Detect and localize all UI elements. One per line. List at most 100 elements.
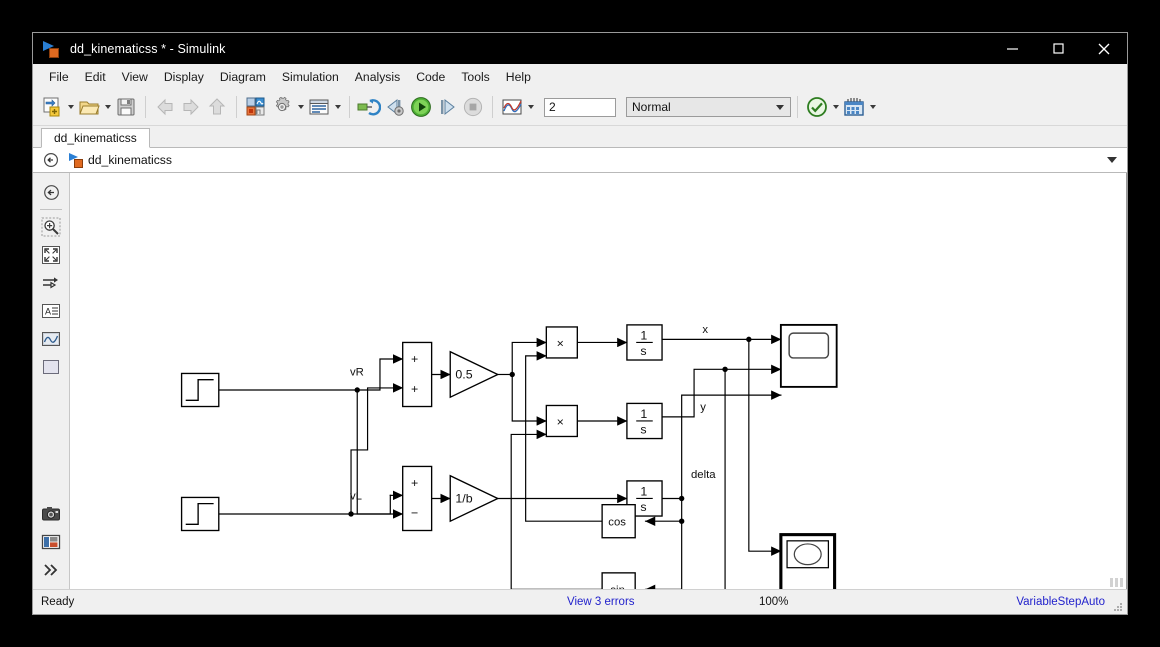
toolbar-separator	[145, 96, 146, 118]
menu-item-code[interactable]: Code	[408, 67, 453, 87]
status-ready: Ready	[41, 596, 75, 608]
menu-item-analysis[interactable]: Analysis	[347, 67, 408, 87]
simulink-model-icon	[69, 153, 84, 168]
signal-label-x: x	[702, 324, 708, 336]
menu-item-tools[interactable]: Tools	[453, 67, 497, 87]
block-integrator-y[interactable]: 1 s	[626, 402, 663, 440]
annotation-icon[interactable]: A	[38, 298, 64, 324]
legend-icon[interactable]	[38, 529, 64, 555]
block-product-y[interactable]: ×	[545, 404, 578, 438]
model-explorer-icon[interactable]	[306, 94, 332, 120]
breadcrumb-path[interactable]: dd_kinematicss	[88, 153, 172, 167]
maximize-icon[interactable]	[1035, 33, 1081, 64]
zoom-in-icon[interactable]	[38, 214, 64, 240]
block-product-x[interactable]: ×	[545, 326, 578, 359]
menu-item-file[interactable]: File	[41, 67, 77, 87]
product-y-label: ×	[557, 415, 564, 429]
signal-label-delta: delta	[691, 469, 716, 481]
canvas-toolbar: A	[33, 173, 70, 589]
editor-body: A + + + − 0.5 1/b × × 1 s 1 s 1 s cos vR…	[33, 173, 1127, 589]
open-folder-icon[interactable]	[76, 94, 102, 120]
save-icon[interactable]	[113, 94, 139, 120]
model-advisor-dropdown-icon[interactable]	[830, 94, 841, 120]
sum-top-sign-2: +	[411, 382, 418, 396]
status-bar: Ready View 3 errors 100% VariableStepAut…	[33, 589, 1127, 614]
simulink-model-icon	[43, 40, 61, 58]
menu-item-edit[interactable]: Edit	[77, 67, 114, 87]
new-model-icon[interactable]	[39, 94, 65, 120]
model-explorer-dropdown-icon[interactable]	[332, 94, 343, 120]
gear-dropdown-icon[interactable]	[295, 94, 306, 120]
simulation-mode-value: Normal	[632, 100, 671, 114]
canvas-resize-grip[interactable]	[1110, 577, 1124, 587]
block-trig-sin[interactable]: sin	[601, 572, 636, 589]
menu-item-diagram[interactable]: Diagram	[212, 67, 274, 87]
block-sum-bottom[interactable]: + −	[402, 465, 433, 532]
signal-label-vl: vL	[350, 491, 362, 503]
build-icon[interactable]	[841, 94, 867, 120]
menu-item-display[interactable]: Display	[156, 67, 212, 87]
menu-bar: File Edit View Display Diagram Simulatio…	[33, 64, 1127, 89]
simulation-mode-select[interactable]: Normal	[626, 97, 791, 117]
close-icon[interactable]	[1081, 33, 1127, 64]
area-box-icon[interactable]	[38, 354, 64, 380]
integrator-x-numerator: 1	[640, 328, 647, 342]
scope-viewer-dropdown-icon[interactable]	[525, 94, 536, 120]
status-errors-link[interactable]: View 3 errors	[567, 596, 635, 608]
status-solver[interactable]: VariableStepAuto	[1016, 596, 1105, 608]
more-chevrons-icon[interactable]	[38, 557, 64, 583]
sum-bottom-sign-2: −	[411, 506, 418, 520]
gear-icon[interactable]	[269, 94, 295, 120]
block-gain-invb[interactable]: 1/b	[449, 474, 500, 523]
tab-dd-kinematicss[interactable]: dd_kinematicss	[41, 128, 150, 148]
signal-routing-icon[interactable]	[38, 270, 64, 296]
arrow-right-icon	[178, 94, 204, 120]
snapshot-camera-icon[interactable]	[38, 501, 64, 527]
scope-viewer-icon[interactable]	[499, 94, 525, 120]
menu-item-simulation[interactable]: Simulation	[274, 67, 347, 87]
chevron-down-icon[interactable]	[1107, 157, 1117, 163]
menu-item-view[interactable]: View	[114, 67, 156, 87]
svg-text:A: A	[45, 307, 51, 317]
block-gain-half[interactable]: 0.5	[449, 350, 500, 399]
step-forward-icon[interactable]	[434, 94, 460, 120]
navigate-back-icon[interactable]	[38, 179, 64, 205]
back-circle-icon[interactable]	[33, 152, 69, 168]
run-icon[interactable]	[408, 94, 434, 120]
integrator-x-denominator: s	[640, 344, 646, 358]
toolbar-separator	[492, 96, 493, 118]
block-diagram[interactable]: + + + − 0.5 1/b × × 1 s 1 s 1 s cos vR v…	[70, 173, 1126, 589]
integrator-y-denominator: s	[640, 422, 646, 436]
step-back-icon[interactable]	[382, 94, 408, 120]
sum-top-sign-1: +	[411, 352, 418, 366]
model-advisor-icon[interactable]	[804, 94, 830, 120]
minimize-icon[interactable]	[989, 33, 1035, 64]
arrow-left-icon	[152, 94, 178, 120]
fit-to-view-icon[interactable]	[38, 242, 64, 268]
library-browser-icon[interactable]	[243, 94, 269, 120]
block-scope[interactable]	[779, 323, 838, 388]
block-xy-graph[interactable]	[779, 533, 837, 589]
simulink-window: dd_kinematicss * - Simulink File Edit Vi…	[32, 32, 1128, 615]
block-step-vr[interactable]	[180, 372, 220, 408]
window-resize-grip[interactable]	[1112, 602, 1122, 611]
menu-item-help[interactable]: Help	[498, 67, 539, 87]
model-canvas[interactable]: + + + − 0.5 1/b × × 1 s 1 s 1 s cos vR v…	[70, 173, 1127, 589]
integrator-delta-denominator: s	[640, 500, 646, 514]
build-dropdown-icon[interactable]	[867, 94, 878, 120]
update-model-icon[interactable]	[356, 94, 382, 120]
product-x-label: ×	[557, 337, 564, 351]
sidebar-divider	[40, 209, 62, 210]
open-folder-dropdown-icon[interactable]	[102, 94, 113, 120]
new-model-dropdown-icon[interactable]	[65, 94, 76, 120]
block-sum-top[interactable]: + +	[402, 341, 433, 408]
simulation-stop-time-input[interactable]: 2	[544, 97, 616, 117]
block-trig-cos[interactable]: cos	[601, 503, 636, 539]
block-step-vl[interactable]	[180, 496, 220, 532]
scope-preview-icon[interactable]	[38, 326, 64, 352]
status-zoom[interactable]: 100%	[759, 596, 788, 608]
chevron-down-icon	[776, 104, 784, 110]
integrator-y-numerator: 1	[640, 407, 647, 421]
block-integrator-x[interactable]: 1 s	[626, 324, 663, 361]
breadcrumb: dd_kinematicss	[33, 148, 1127, 173]
